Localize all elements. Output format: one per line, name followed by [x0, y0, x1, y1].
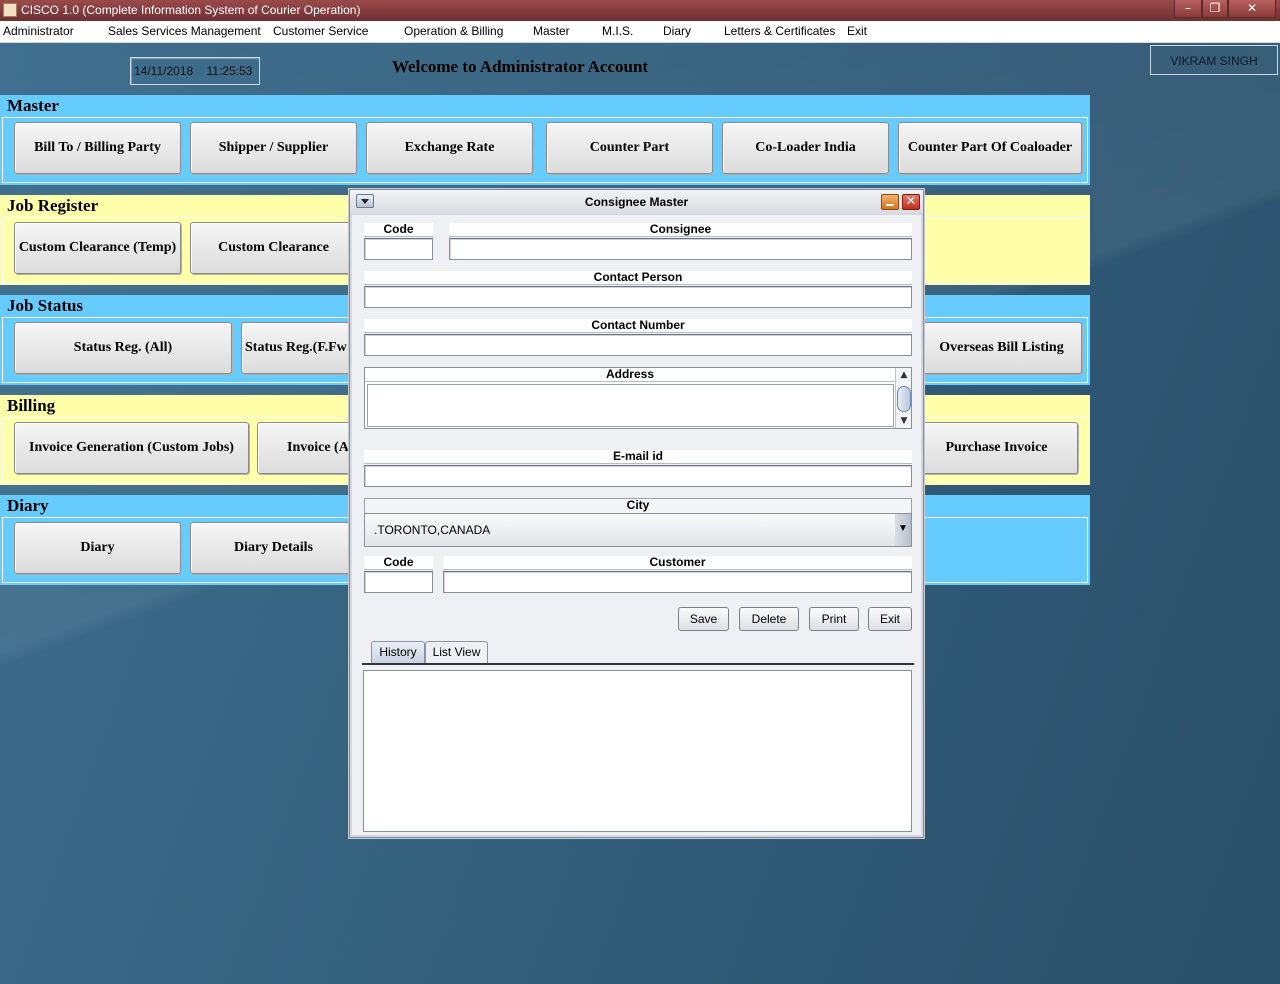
code-label: Code [364, 223, 433, 237]
save-button[interactable]: Save [678, 607, 729, 631]
shipper-supplier-button[interactable]: Shipper / Supplier [190, 122, 357, 174]
email-input[interactable] [364, 465, 912, 487]
history-panel[interactable] [363, 670, 912, 832]
exchange-rate-button[interactable]: Exchange Rate [366, 122, 533, 174]
status-reg-ffw-button[interactable]: Status Reg.(F.Fw [241, 322, 361, 374]
menu-letters-certificates[interactable]: Letters & Certificates [724, 24, 835, 38]
menu-operation-billing[interactable]: Operation & Billing [404, 24, 503, 38]
customer-input[interactable] [443, 571, 912, 593]
city-value: .TORONTO,CANADA [374, 523, 491, 537]
app-icon [3, 3, 17, 17]
dialog-title: Consignee Master [584, 195, 689, 209]
window-title: CISCO 1.0 (Complete Information System o… [21, 3, 361, 17]
city-label: City [364, 498, 912, 514]
counter-part-button[interactable]: Counter Part [546, 122, 713, 174]
scroll-up-icon[interactable]: ▲ [898, 370, 910, 380]
invoice-generation-custom-jobs-button[interactable]: Invoice Generation (Custom Jobs) [14, 422, 249, 474]
address-textarea[interactable] [367, 384, 894, 427]
print-button[interactable]: Print [809, 607, 859, 631]
custom-clearance-button[interactable]: Custom Clearance [190, 222, 357, 274]
menu-sales-services-management[interactable]: Sales Services Management [108, 24, 261, 38]
diary-details-button[interactable]: Diary Details [190, 522, 357, 574]
tab-divider [362, 663, 914, 665]
minimize-icon[interactable] [881, 194, 899, 210]
address-label: Address [365, 368, 895, 382]
address-scrollbar[interactable]: ▲ ▼ [895, 368, 911, 428]
counter-part-of-coaloader-button[interactable]: Counter Part Of Coaloader [898, 122, 1082, 174]
overseas-bill-listing-button[interactable]: Overseas Bill Listing [921, 322, 1082, 374]
delete-button[interactable]: Delete [739, 607, 799, 631]
welcome-heading: Welcome to Administrator Account [392, 57, 649, 76]
diary-button[interactable]: Diary [14, 522, 181, 574]
tab-history[interactable]: History [371, 641, 425, 663]
code-input[interactable] [364, 238, 433, 260]
datetime-display: 14/11/2018 11:25:53 [130, 57, 260, 85]
exit-button[interactable]: Exit [868, 607, 912, 631]
customer-label: Customer [443, 556, 912, 570]
user-name-box: VIKRAM SINGH [1150, 45, 1278, 75]
menu-administrator[interactable]: Administrator [3, 24, 74, 38]
email-label: E-mail id [364, 450, 912, 464]
section-title-master: Master [0, 95, 1090, 117]
time-text: 11:25:53 [206, 64, 253, 78]
menu-diary[interactable]: Diary [663, 24, 691, 38]
status-reg-all-button[interactable]: Status Reg. (All) [14, 322, 232, 374]
consignee-input[interactable] [449, 238, 912, 260]
address-container: Address ▲ ▼ [364, 367, 912, 429]
purchase-invoice-button[interactable]: Purchase Invoice [915, 422, 1078, 474]
date-text: 14/11/2018 [134, 64, 194, 78]
menu-bar: Administrator Sales Services Management … [0, 21, 1280, 43]
customer-code-input[interactable] [364, 571, 433, 593]
minimize-icon[interactable]: – [1174, 0, 1202, 18]
invoice-a-button[interactable]: Invoice (A [257, 422, 357, 474]
co-loader-india-button[interactable]: Co-Loader India [722, 122, 889, 174]
section-master: Master Bill To / Billing Party Shipper /… [0, 95, 1090, 185]
chevron-down-icon[interactable]: ▼ [895, 514, 911, 546]
menu-mis[interactable]: M.I.S. [602, 24, 633, 38]
section-body-master: Bill To / Billing Party Shipper / Suppli… [2, 117, 1088, 183]
bill-to-billing-party-button[interactable]: Bill To / Billing Party [14, 122, 181, 174]
dialog-title-bar: Consignee Master ✕ [350, 190, 923, 214]
customer-code-label: Code [364, 556, 433, 570]
menu-exit[interactable]: Exit [847, 24, 867, 38]
scroll-thumb[interactable] [897, 386, 911, 412]
menu-customer-service[interactable]: Customer Service [273, 24, 368, 38]
menu-master[interactable]: Master [533, 24, 570, 38]
scroll-down-icon[interactable]: ▼ [898, 416, 910, 426]
contact-person-input[interactable] [364, 286, 912, 308]
tab-list-view[interactable]: List View [425, 641, 488, 663]
contact-number-input[interactable] [364, 334, 912, 356]
contact-person-label: Contact Person [364, 271, 912, 285]
window-title-bar: CISCO 1.0 (Complete Information System o… [0, 0, 1280, 21]
custom-clearance-temp-button[interactable]: Custom Clearance (Temp) [14, 222, 181, 274]
close-icon[interactable]: ✕ [902, 194, 920, 210]
city-select[interactable]: .TORONTO,CANADA ▼ [364, 513, 912, 547]
consignee-master-dialog: Consignee Master ✕ Code Consignee Contac… [349, 189, 924, 838]
close-icon[interactable]: ✕ [1228, 0, 1276, 18]
consignee-label: Consignee [449, 223, 912, 237]
restore-icon[interactable]: ❐ [1202, 0, 1228, 18]
contact-number-label: Contact Number [364, 319, 912, 333]
dialog-menu-icon[interactable] [356, 194, 374, 208]
